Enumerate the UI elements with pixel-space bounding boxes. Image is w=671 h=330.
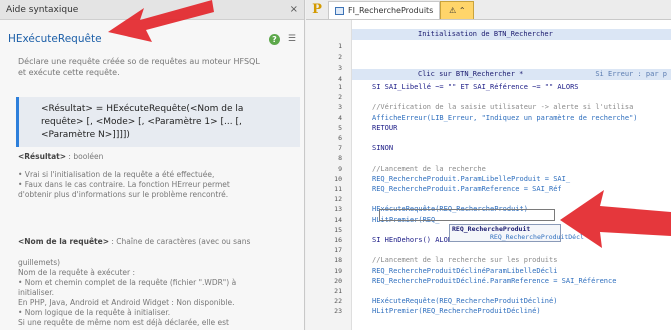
code-line: 2 — [338, 53, 342, 61]
autocomplete-item[interactable]: REQ_RechercheProduit — [452, 225, 560, 233]
code-editor[interactable]: Initialisation de BTN_Rechercher 1 2 3 4… — [306, 20, 671, 330]
error-handling-label[interactable]: Si Erreur : par p — [595, 69, 667, 80]
help-icon[interactable]: ? — [268, 33, 280, 45]
editor-tab-bar: P FI_RechercheProduits ⚠ ⌃ — [306, 0, 671, 20]
syntax-help-panel: Aide syntaxique × HExécuteRequête ? ☰ Dé… — [0, 0, 305, 330]
function-title-row: HExécuteRequête ? ☰ — [0, 28, 304, 50]
description-line: et exécute cette requête. — [18, 68, 120, 77]
autocomplete-item[interactable]: REQ_RechercheProduitDécl — [452, 233, 584, 241]
code-line[interactable]: 23 HLitPremier(REQ_RechercheProduitDécli… — [306, 306, 671, 317]
syntax-line: <Résultat> = HExécuteRequête(<Nom de la — [41, 104, 244, 114]
param-line: • Nom logique de la requête à initialise… — [18, 308, 171, 317]
section-title: Initialisation de BTN_Rechercher — [418, 30, 553, 38]
result-line: • Faux dans le cas contraire. La fonctio… — [18, 180, 230, 189]
param-heading: <Nom de la requête> : Chaîne de caractèr… — [0, 237, 300, 247]
section-title: Clic sur BTN_Rechercher * — [418, 70, 524, 78]
help-panel-header: Aide syntaxique × — [0, 0, 304, 20]
result-line: • Vrai si l'initialisation de la requête… — [18, 170, 215, 179]
code-text[interactable]: HLitPremier(REQ_RechercheProduitDécliné) — [372, 306, 541, 317]
tab-fi-rechercheproduits[interactable]: FI_RechercheProduits — [328, 1, 441, 19]
result-type: : booléen — [66, 152, 104, 161]
param-line: • Nom et chemin complet de la requête (f… — [18, 278, 237, 287]
param-line: initialiser. — [18, 288, 55, 297]
param-line: Nom de la requête à exécuter : — [18, 268, 136, 277]
result-label: <Résultat> — [18, 152, 67, 161]
project-logo-icon: P — [312, 1, 322, 17]
close-icon[interactable]: × — [290, 4, 298, 15]
selection-highlight — [379, 209, 555, 221]
tab-code-editor[interactable]: ⚠ ⌃ — [440, 1, 475, 19]
param-line: guillemets) — [18, 258, 61, 267]
param-type: : Chaîne de caractères (avec ou sans — [109, 237, 251, 246]
code-section-header[interactable]: Initialisation de BTN_Rechercher — [352, 29, 671, 40]
tab-label: FI_RechercheProduits — [348, 6, 434, 15]
syntax-box: <Résultat> = HExécuteRequête(<Nom de la … — [16, 97, 300, 147]
param-line: Si une requête de même nom est déjà décl… — [18, 318, 229, 327]
description-line: Déclare une requête créée so de requêtes… — [18, 57, 260, 66]
result-description: • Vrai si l'initialisation de la requête… — [0, 170, 300, 200]
function-description: Déclare une requête créée so de requêtes… — [0, 50, 304, 78]
code-section-header[interactable]: Clic sur BTN_Rechercher * Si Erreur : pa… — [352, 69, 671, 80]
help-panel-title: Aide syntaxique — [6, 4, 79, 15]
line-number: 23 — [334, 307, 342, 316]
param-label: <Nom de la requête> — [18, 237, 109, 246]
result-line: d'obtenir plus d'informations sur le pro… — [18, 190, 229, 199]
result-heading: <Résultat> : booléen — [0, 152, 300, 162]
function-name[interactable]: HExécuteRequête — [8, 33, 102, 45]
autocomplete-popup[interactable]: REQ_RechercheProduit REQ_RechercheProdui… — [449, 224, 584, 242]
menu-icon[interactable]: ☰ — [288, 34, 296, 44]
code-line: 1 — [338, 42, 342, 50]
syntax-line: <Paramètre N>]]]]) — [41, 130, 130, 140]
param-line: En PHP, Java, Android et Android Widget … — [18, 298, 235, 307]
param-description: guillemets) Nom de la requête à exécuter… — [0, 258, 300, 328]
window-icon — [335, 6, 344, 15]
syntax-line: requête> [, <Mode> [, <Paramètre 1> [...… — [41, 117, 242, 127]
